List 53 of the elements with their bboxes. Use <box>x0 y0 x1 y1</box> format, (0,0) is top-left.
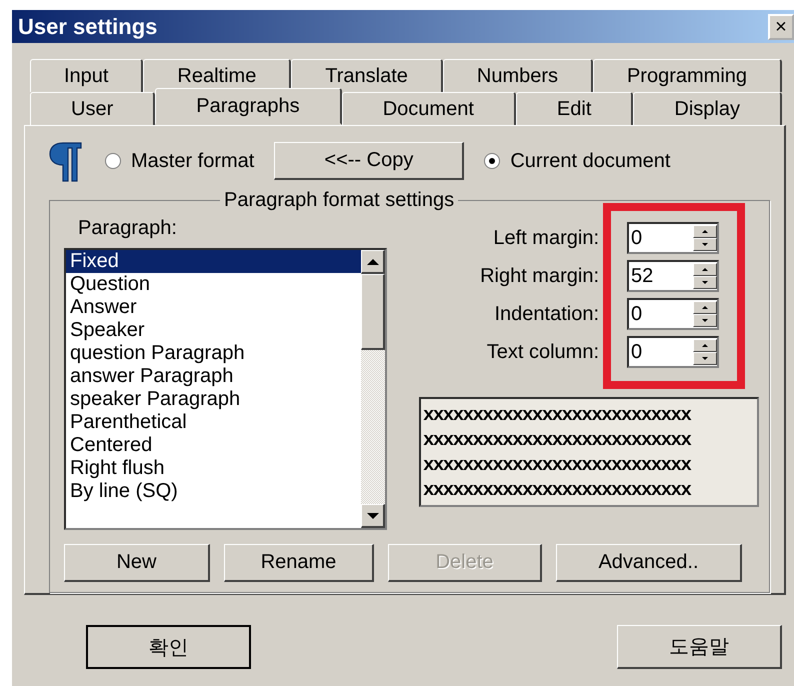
radio-button[interactable] <box>105 153 121 169</box>
tab[interactable]: Programming <box>593 59 782 92</box>
tab[interactable]: Paragraphs <box>155 88 342 125</box>
tab[interactable]: User <box>30 92 156 125</box>
action-button[interactable]: New <box>64 544 210 582</box>
radio-option[interactable]: Master format <box>105 150 254 172</box>
list-item[interactable]: Answer <box>66 296 361 319</box>
field-label: Left margin: <box>493 226 599 250</box>
scroll-thumb[interactable] <box>361 274 385 350</box>
scrollbar[interactable] <box>361 250 385 528</box>
scroll-up-button[interactable] <box>361 250 385 274</box>
tab[interactable]: Display <box>633 92 782 125</box>
radio-label: Master format <box>131 150 254 172</box>
field-label: Indentation: <box>494 302 599 326</box>
list-item[interactable]: Parenthetical <box>66 411 361 434</box>
list-item[interactable]: question Paragraph <box>66 342 361 365</box>
tab[interactable]: Edit <box>516 92 634 125</box>
preview-line: xxxxxxxxxxxxxxxxxxxxxxxxxxx <box>423 403 692 428</box>
list-item[interactable]: Speaker <box>66 319 361 342</box>
spin-field[interactable]: 0 <box>627 336 719 368</box>
tab[interactable]: Input <box>30 59 144 92</box>
action-button[interactable]: Rename <box>224 544 374 582</box>
field-label: Text column: <box>486 340 599 364</box>
preview-line: xxxxxxxxxxxxxxxxxxxxxxxxxxx <box>423 428 692 453</box>
list-item[interactable]: Right flush <box>66 457 361 480</box>
close-button[interactable]: × <box>768 14 794 40</box>
field-label: Right margin: <box>480 264 599 288</box>
list-label: Paragraph: <box>77 217 178 240</box>
list-item[interactable]: answer Paragraph <box>66 365 361 388</box>
list-item[interactable]: Question <box>66 273 361 296</box>
list-item[interactable]: Centered <box>66 434 361 457</box>
preview-line: xxxxxxxxxxxxxxxxxxxxxxxxxxx <box>423 453 692 478</box>
spin-buttons[interactable] <box>693 225 717 251</box>
spin-field[interactable]: 52 <box>627 260 719 292</box>
window-title: User settings <box>18 14 158 40</box>
copy-button[interactable]: <<-- Copy <box>274 142 464 180</box>
list-item[interactable]: Fixed <box>66 250 361 273</box>
list-item[interactable]: speaker Paragraph <box>66 388 361 411</box>
action-button[interactable]: Advanced.. <box>556 544 742 582</box>
scroll-down-button[interactable] <box>361 504 385 528</box>
list-item[interactable]: By line (SQ) <box>66 480 361 503</box>
tab[interactable]: Numbers <box>442 59 593 92</box>
tab[interactable]: Document <box>342 92 516 125</box>
tab[interactable]: Translate <box>291 59 443 92</box>
radio-button[interactable] <box>484 153 500 169</box>
dialog-button[interactable]: 도움말 <box>617 625 782 669</box>
spin-buttons[interactable] <box>693 263 717 289</box>
spin-buttons[interactable] <box>693 301 717 327</box>
spin-field[interactable]: 0 <box>627 222 719 254</box>
spin-buttons[interactable] <box>693 339 717 365</box>
dialog-button[interactable]: 확인 <box>86 625 251 669</box>
preview-line: xxxxxxxxxxxxxxxxxxxxxxxxxxx <box>423 478 692 503</box>
spin-field[interactable]: 0 <box>627 298 719 330</box>
